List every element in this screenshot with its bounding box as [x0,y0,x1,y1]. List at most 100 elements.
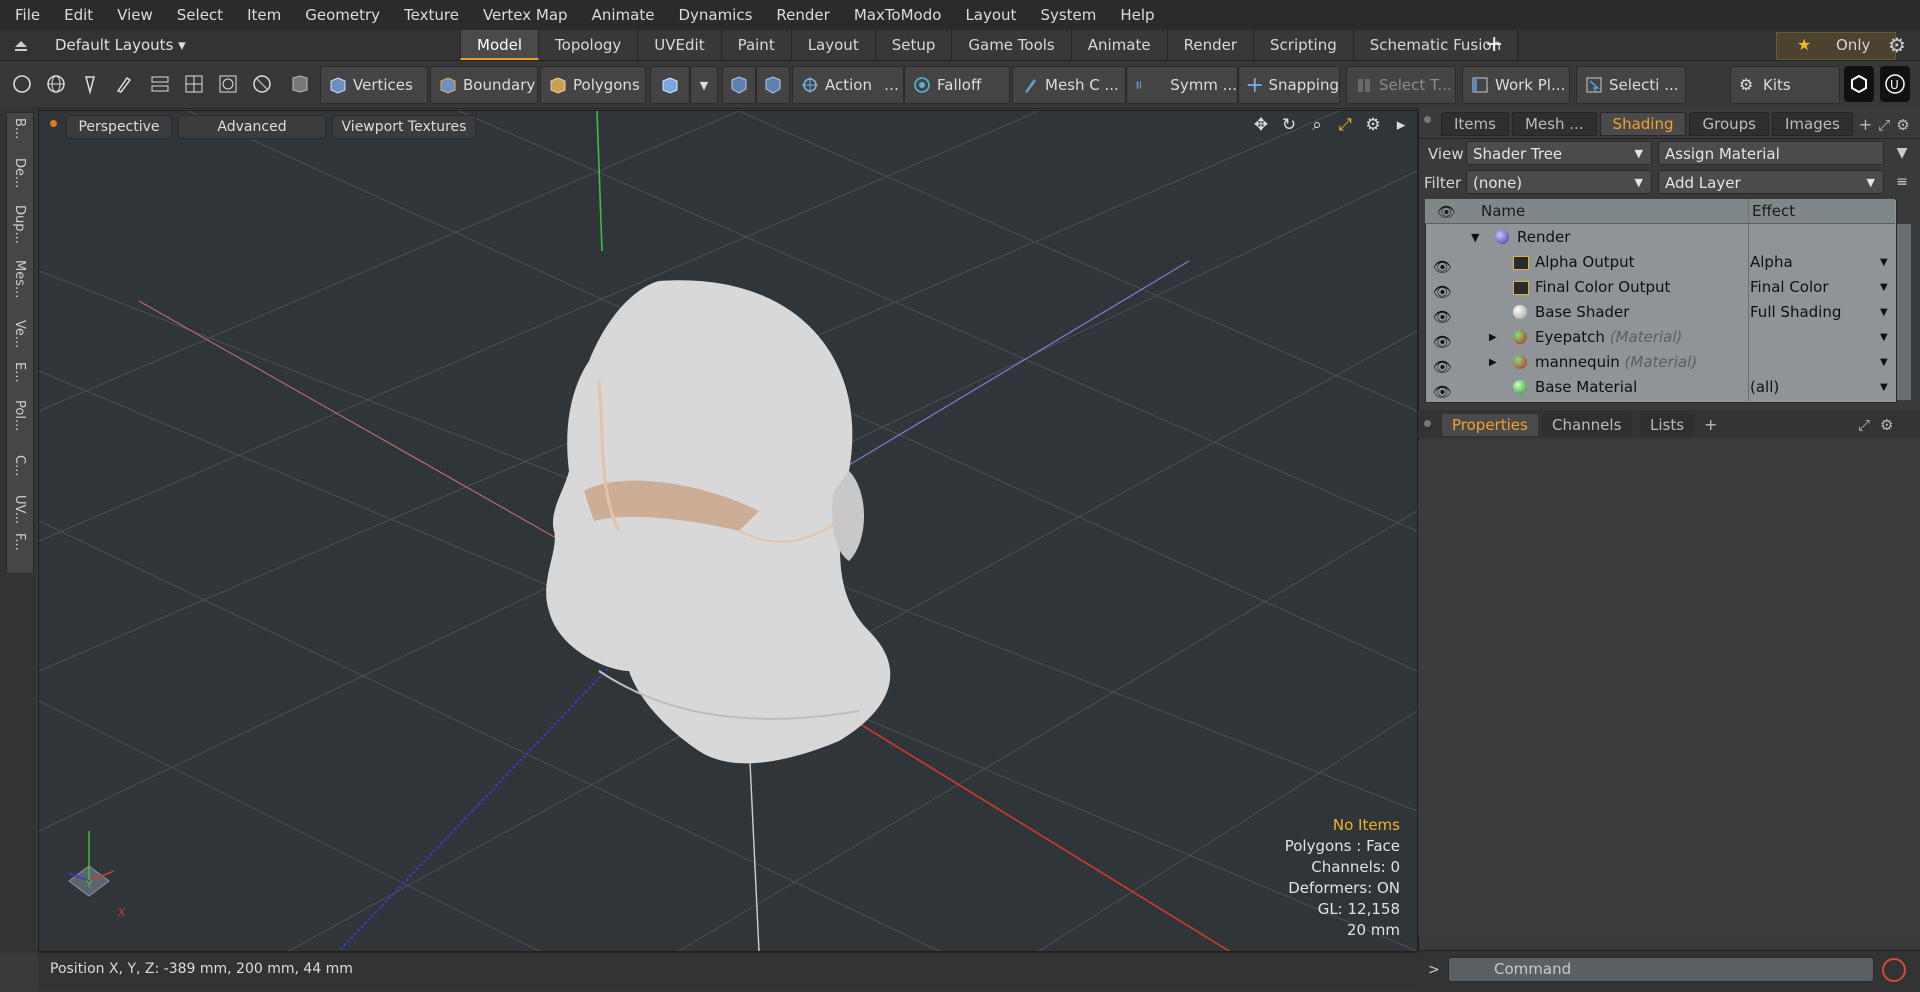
chevron-down-icon[interactable]: ▼ [1880,325,1888,350]
tab-setup[interactable]: Setup [875,30,953,60]
fit-icon[interactable]: ⤢ [1334,114,1356,136]
chevron-down-icon[interactable]: ▼ [1880,300,1888,325]
panel-menu-dot[interactable] [1424,420,1431,427]
zoom-icon[interactable]: ⌕ [1306,114,1328,136]
tree-row-render[interactable]: ▼ Render [1425,225,1895,250]
tree-item-effect[interactable]: (all) [1750,375,1779,400]
tree-row-eyepatch[interactable]: 👁 ▶ Eyepatch (Material) ▼ [1425,325,1895,351]
left-tab-basic[interactable]: B... [6,118,32,139]
tab-paint[interactable]: Paint [721,30,792,60]
eye-icon[interactable]: 👁 [1433,330,1452,351]
gear-icon[interactable]: ⚙ [1880,414,1893,436]
tree-row-mannequin[interactable]: 👁 ▶ mannequin (Material) ▼ [1425,350,1895,376]
menu-layout[interactable]: Layout [953,0,1028,30]
bridge-icon[interactable] [146,66,174,102]
work-plane-button[interactable]: Work Pl... [1462,66,1570,104]
effect-column-header[interactable]: Effect [1752,199,1795,223]
tab-items[interactable]: Items [1441,112,1509,136]
snapping-button[interactable]: Snapping [1238,66,1340,104]
chevron-down-icon[interactable]: ▼ [1880,375,1888,400]
left-tab-vertex[interactable]: Ve... [6,320,32,348]
tab-scripting[interactable]: Scripting [1254,30,1354,60]
left-tab-deform[interactable]: De... [6,158,32,188]
head-model[interactable] [546,280,891,764]
menu-item[interactable]: Item [235,0,293,30]
tree-item-effect[interactable]: Final Color [1750,275,1829,300]
advanced-dropdown[interactable]: Advanced [178,115,326,139]
item-mode-button[interactable] [650,66,690,104]
collapse-up-icon[interactable] [12,36,30,54]
chevron-down-icon[interactable]: ▼ [1880,350,1888,375]
action-center-button[interactable]: Action… [792,66,904,104]
left-tab-curve[interactable]: C... [6,455,32,476]
boundary-button[interactable]: Boundary [430,66,538,104]
eye-icon[interactable]: 👁 [1433,380,1452,401]
menu-select[interactable]: Select [165,0,235,30]
rotate-icon[interactable]: ↻ [1278,114,1300,136]
tab-lists[interactable]: Lists [1640,414,1695,436]
assign-material-button[interactable]: Assign Material [1658,141,1884,165]
tab-properties[interactable]: Properties [1442,414,1538,436]
left-tab-polygon[interactable]: Pol... [6,400,32,431]
perspective-dropdown[interactable]: Perspective [66,115,172,139]
tab-model[interactable]: Model [460,30,540,60]
filter-dropdown[interactable]: (none) ▼ [1466,170,1652,194]
view-dropdown[interactable]: Shader Tree ▼ [1466,141,1652,165]
tree-scrollbar[interactable] [1897,224,1911,400]
menu-texture[interactable]: Texture [392,0,471,30]
menu-animate[interactable]: Animate [580,0,667,30]
tree-row-base-material[interactable]: 👁 Base Material (all) ▼ [1425,375,1895,401]
menu-help[interactable]: Help [1108,0,1166,30]
tab-images[interactable]: Images [1771,112,1853,136]
vertices-button[interactable]: Vertices [320,66,428,104]
default-layouts-dropdown[interactable]: Default Layouts ▾ [55,30,186,60]
menu-system[interactable]: System [1028,0,1108,30]
menu-edit[interactable]: Edit [52,0,105,30]
falloff-button[interactable]: Falloff [904,66,1010,104]
loop-icon[interactable] [214,66,242,102]
menu-view[interactable]: View [105,0,165,30]
menu-geometry[interactable]: Geometry [293,0,392,30]
tab-layout[interactable]: Layout [791,30,876,60]
record-icon[interactable] [1882,958,1906,982]
menu-dynamics[interactable]: Dynamics [666,0,764,30]
expand-icon[interactable]: ⤢ [1878,114,1890,136]
menu-file[interactable]: File [0,0,52,30]
add-tab-icon[interactable]: + [1859,114,1872,136]
menu-vertex-map[interactable]: Vertex Map [471,0,580,30]
tree-row-alpha-output[interactable]: 👁 Alpha Output Alpha ▼ [1425,250,1895,276]
mesh-constraint-button[interactable]: Mesh C ... [1012,66,1126,104]
pen-icon[interactable] [76,66,104,102]
tree-row-base-shader[interactable]: 👁 Base Shader Full Shading ▼ [1425,300,1895,326]
chevron-down-icon[interactable]: ▼ [1880,275,1888,300]
eye-icon[interactable]: 👁 [1433,255,1452,276]
gear-icon[interactable]: ⚙ [1888,33,1906,57]
eye-icon[interactable]: 👁 [1433,305,1452,326]
polygons-button[interactable]: Polygons [540,66,646,104]
eye-icon[interactable]: 👁 [1433,355,1452,376]
3d-viewport[interactable] [38,110,1418,952]
add-tab-icon[interactable]: + [1704,414,1717,436]
gear-icon[interactable]: ⚙ [1362,114,1384,136]
brush-icon[interactable] [110,66,138,102]
symmetry-button[interactable]: Symm ... [1126,66,1238,104]
menu-render[interactable]: Render [764,0,841,30]
tab-render[interactable]: Render [1167,30,1255,60]
tab-animate[interactable]: Animate [1071,30,1168,60]
unreal-icon[interactable]: U [1880,66,1910,102]
add-tab-icon[interactable]: + [1485,33,1503,57]
symmetry-shield-button[interactable] [722,66,756,104]
left-tab-mesh-edit[interactable]: Mes... [6,260,32,298]
tab-game-tools[interactable]: Game Tools [952,30,1072,60]
chevron-down-icon[interactable]: ▼ [1880,250,1888,275]
tab-shading[interactable]: Shading [1599,112,1687,136]
name-column-header[interactable]: Name [1481,199,1525,223]
expand-arrow-icon[interactable]: ▼ [1471,225,1479,250]
select-through-button[interactable]: Select T... [1346,66,1456,104]
tab-uvedit[interactable]: UVEdit [638,30,722,60]
unity-icon[interactable] [1844,66,1874,102]
tab-groups[interactable]: Groups [1689,112,1769,136]
play-icon[interactable]: ▸ [1390,114,1412,136]
left-tab-duplicate[interactable]: Dup... [6,205,32,244]
list-options-icon[interactable]: ≡ [1890,170,1914,194]
